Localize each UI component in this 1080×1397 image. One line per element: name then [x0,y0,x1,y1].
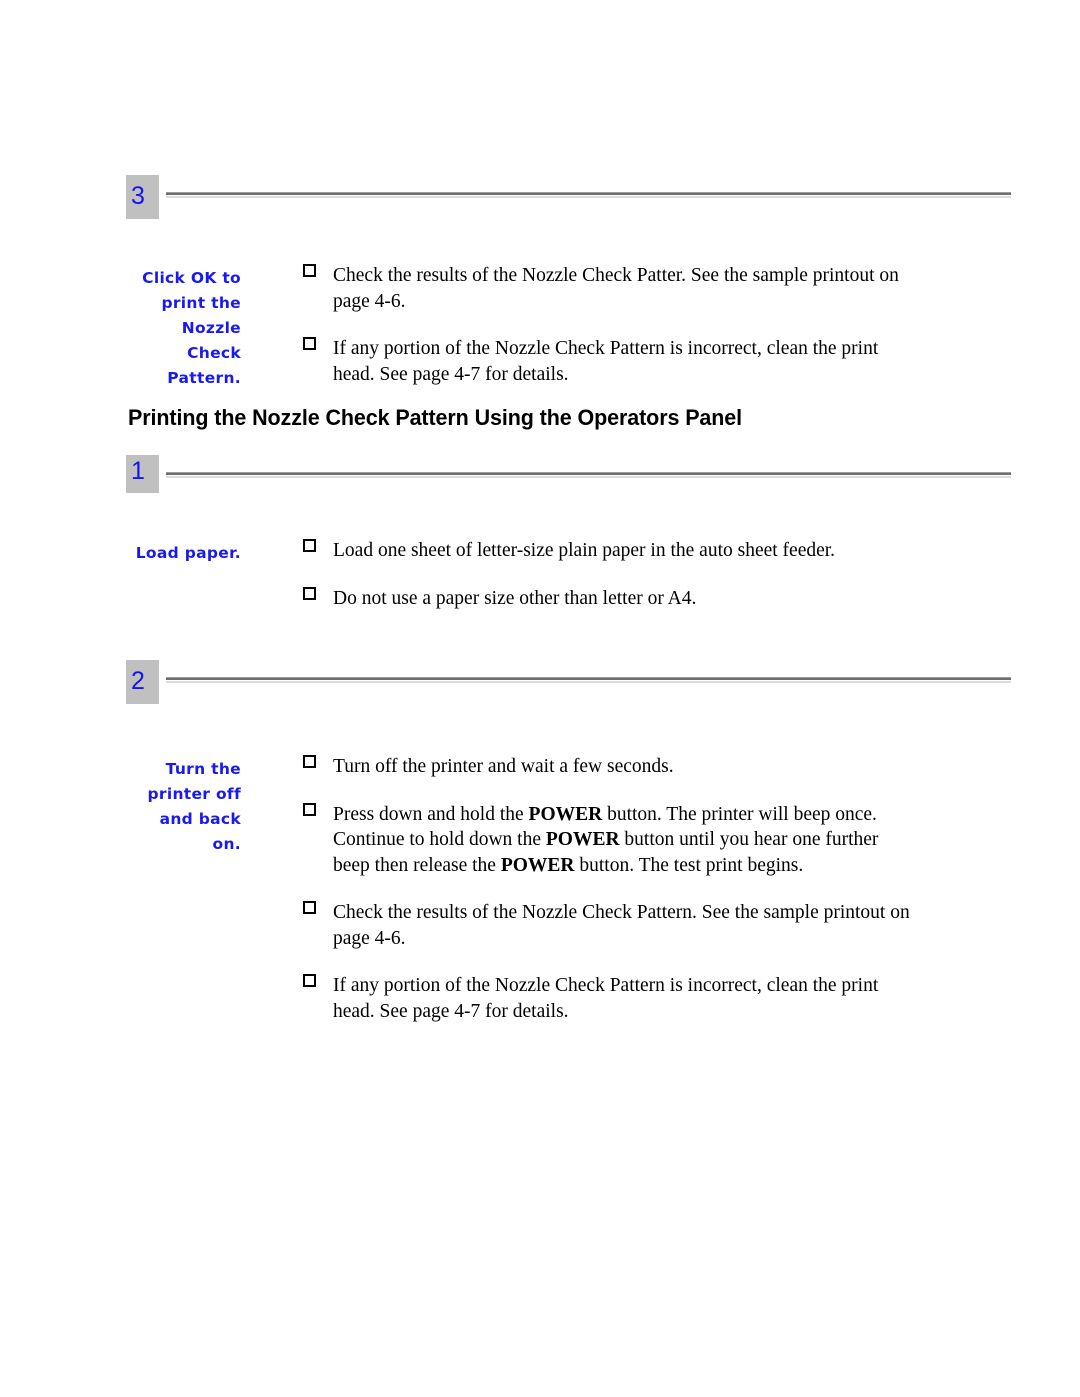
step-number-box-1: 1 [126,455,159,493]
bullet-item: If any portion of the Nozzle Check Patte… [303,973,913,1024]
bullet-text: If any portion of the Nozzle Check Patte… [333,975,879,1022]
empty-square-checkbox-icon [303,539,316,552]
step-side-label-3: Click OK to print the Nozzle Check Patte… [126,266,241,391]
bullet-text: If any portion of the Nozzle Check Patte… [333,338,879,385]
side-label-line: Click OK to [142,269,241,287]
step-bullet-list-2: Turn off the printer and wait a few seco… [303,754,913,1024]
bullet-text: Load one sheet of letter-size plain pape… [333,540,836,561]
side-label-line: print the [161,294,241,312]
bullet-text: Do not use a paper size other than lette… [333,587,697,609]
side-label-line: Pattern. [167,369,241,387]
step-bullet-list-1: Load one sheet of letter-size plain pape… [303,538,913,611]
side-label-line: and back on. [159,810,241,853]
bullet-item: Load one sheet of letter-size plain pape… [303,538,913,564]
empty-square-checkbox-icon [303,901,316,914]
empty-square-checkbox-icon [303,586,316,600]
step-number-box-2: 2 [126,660,159,704]
step-header-3: 3 [126,175,1011,221]
bullet-item: Do not use a paper size other than lette… [303,586,913,612]
step-side-label-2: Turn the printer off and back on. [126,757,241,857]
side-label-line: Check [187,344,241,362]
step-header-2: 2 [126,660,1011,706]
empty-square-checkbox-icon [303,264,316,277]
section-heading: Printing the Nozzle Check Pattern Using … [128,405,743,430]
bullet-item: Check the results of the Nozzle Check Pa… [303,900,913,951]
step-bullet-list-3: Check the results of the Nozzle Check Pa… [303,263,913,387]
bullet-text: Check the results of the Nozzle Check Pa… [333,265,899,312]
side-label-line: Load paper. [135,544,241,562]
step-side-label-1: Load paper. [126,541,241,566]
step-number-box-3: 3 [126,175,159,219]
document-page: 3 Click OK to print the Nozzle Check Pat… [0,0,1080,1397]
empty-square-checkbox-icon [303,755,316,768]
side-label-line: Nozzle [181,319,241,337]
step-divider-rule-3 [166,192,1011,198]
bullet-item: If any portion of the Nozzle Check Patte… [303,336,913,387]
empty-square-checkbox-icon [303,802,316,816]
side-label-line: Turn the [165,760,241,778]
side-label-line: printer off [147,785,241,803]
step-divider-rule-2 [166,677,1011,683]
step-divider-rule-1 [166,472,1011,478]
bullet-text: Turn off the printer and wait a few seco… [333,756,674,777]
bullet-text: Check the results of the Nozzle Check Pa… [333,902,910,949]
bullet-item: Check the results of the Nozzle Check Pa… [303,263,913,314]
empty-square-checkbox-icon [303,337,316,350]
bullet-text: Press down and hold the POWER button. Th… [333,803,879,876]
bullet-item: Press down and hold the POWER button. Th… [303,802,913,879]
bullet-item: Turn off the printer and wait a few seco… [303,754,913,780]
empty-square-checkbox-icon [303,974,316,987]
step-header-1: 1 [126,455,1011,501]
